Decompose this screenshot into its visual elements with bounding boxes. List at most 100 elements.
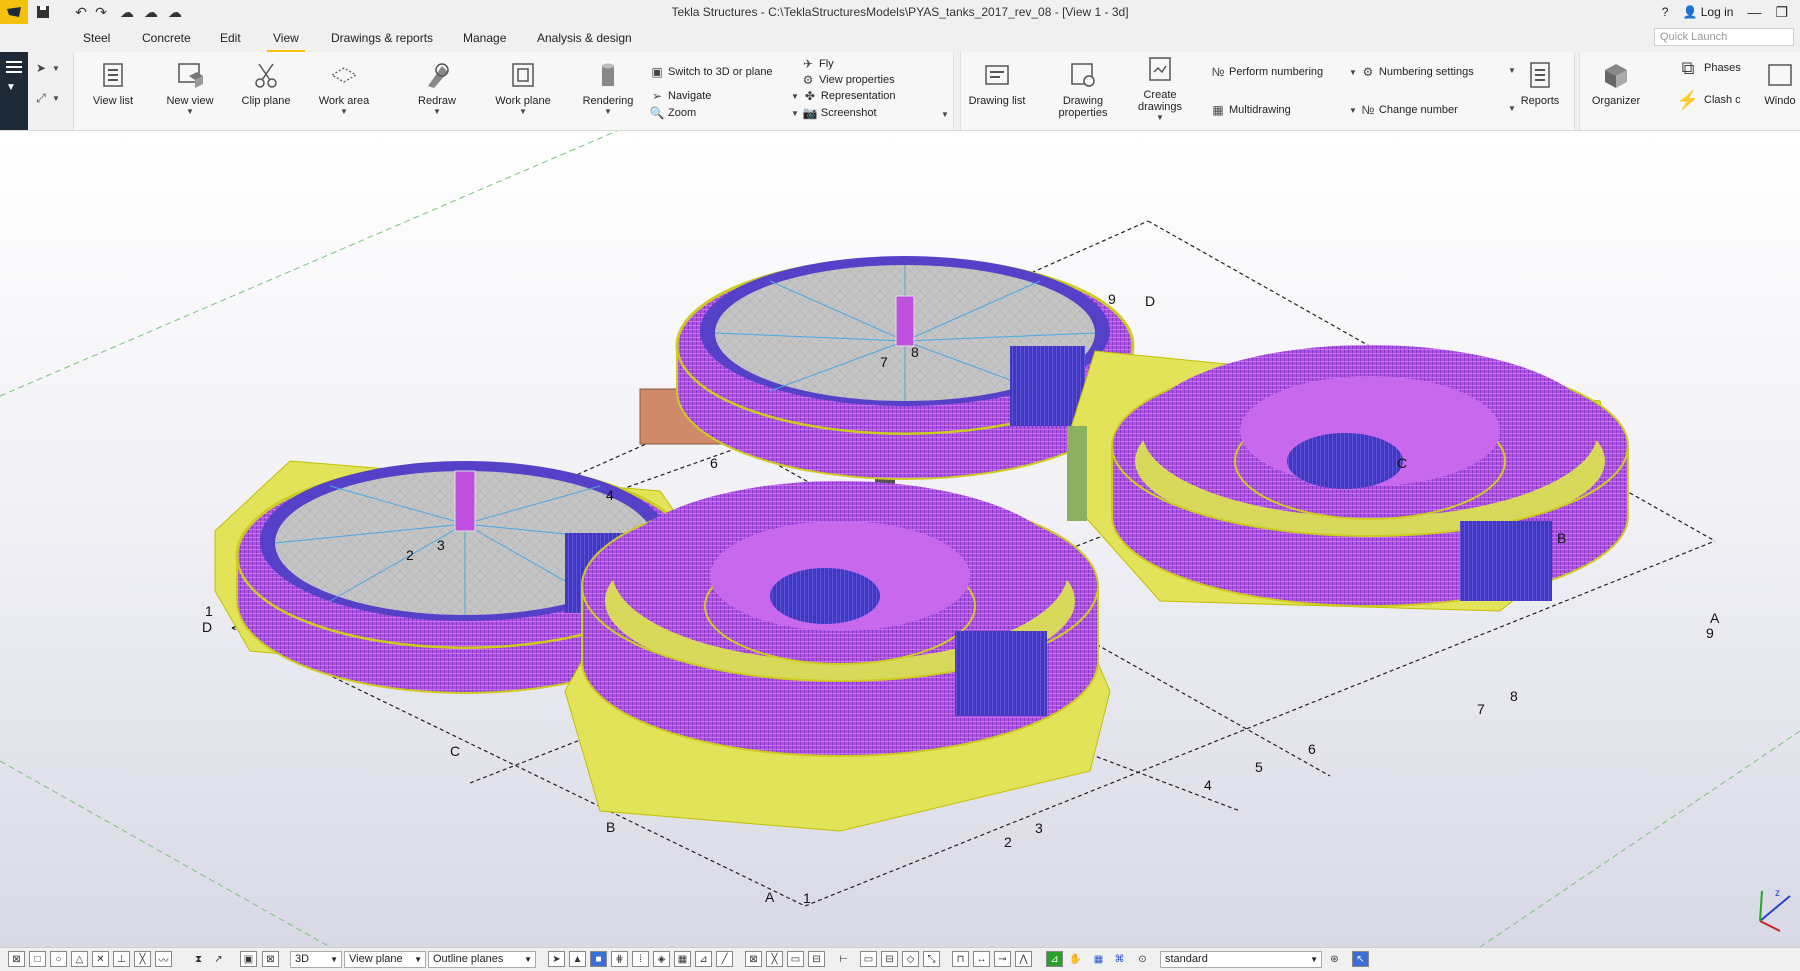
snap-reference-icon[interactable]: ▲ bbox=[569, 951, 586, 967]
tab-analysis-design[interactable]: Analysis & design bbox=[537, 31, 632, 45]
organizer-button[interactable]: Organizer bbox=[1580, 58, 1652, 128]
numbering-settings-button[interactable]: ▼ ⚙ Numbering settings bbox=[1349, 64, 1474, 80]
snap-perpendicular-icon[interactable]: ⊿ bbox=[695, 951, 712, 967]
perform-numbering-button[interactable]: № Perform numbering bbox=[1211, 64, 1324, 80]
snap-line-icon[interactable]: ╱ bbox=[716, 951, 733, 967]
snap-end-icon[interactable]: ⋕ bbox=[611, 951, 628, 967]
snap-geometry-icon[interactable]: ■ bbox=[590, 951, 607, 967]
create-drawings-button[interactable]: Create drawings ▼ bbox=[1124, 52, 1196, 122]
snap-center-icon[interactable]: ⁞ bbox=[632, 951, 649, 967]
redraw-button[interactable]: Redraw ▼ bbox=[401, 58, 473, 128]
clip-plane-button[interactable]: Clip plane bbox=[230, 58, 302, 128]
snap-3d-icon[interactable]: ⌘ bbox=[1111, 951, 1128, 967]
view-properties-button[interactable]: ⚙ View properties bbox=[801, 72, 895, 88]
snap-icon[interactable]: ↗ bbox=[210, 951, 227, 967]
plane-select[interactable]: View plane ▼ bbox=[344, 951, 426, 968]
select-assembly-icon[interactable]: ▣ bbox=[240, 951, 257, 967]
select-welds-icon[interactable]: ✕ bbox=[92, 951, 109, 967]
settings-gear-icon[interactable]: ⊛ bbox=[1326, 951, 1343, 967]
help-icon[interactable]: ? bbox=[1662, 5, 1669, 19]
plane-snap-icon[interactable]: ▭ bbox=[860, 951, 877, 967]
hamburger-menu-icon[interactable] bbox=[6, 60, 22, 74]
fly-button[interactable]: ✈ Fly bbox=[801, 56, 834, 72]
tab-view[interactable]: View bbox=[267, 31, 305, 53]
snap-dist-icon[interactable]: ↔ bbox=[973, 951, 990, 967]
change-number-button[interactable]: ▼ № Change number bbox=[1349, 102, 1458, 118]
snap-ortho-icon[interactable]: ⋀ bbox=[1015, 951, 1032, 967]
tank-4[interactable] bbox=[564, 481, 1111, 832]
drawing-list-button[interactable]: Drawing list bbox=[961, 58, 1033, 128]
tab-concrete[interactable]: Concrete bbox=[142, 31, 191, 45]
zoom-button[interactable]: 🔍 Zoom bbox=[650, 105, 697, 121]
login-link[interactable]: 👤 Log in bbox=[1682, 5, 1733, 19]
switch-3d-button[interactable]: ▣ Switch to 3D or plane bbox=[650, 64, 772, 80]
cloud-upload-icon[interactable]: ☁ bbox=[118, 4, 136, 20]
tab-drawings-reports[interactable]: Drawings & reports bbox=[331, 31, 433, 45]
model-scene[interactable]: D 9 6 1 D 4 2 3 7 8 C C B A 1 2 3 4 5 6 … bbox=[0, 131, 1800, 947]
view-list-button[interactable]: View list bbox=[77, 58, 149, 128]
select-lines-icon[interactable]: △ bbox=[71, 951, 88, 967]
snap-any-icon[interactable]: ▭ bbox=[787, 951, 804, 967]
pick-icon[interactable]: ↖ bbox=[1352, 951, 1369, 967]
select-points-icon[interactable]: ○ bbox=[50, 951, 67, 967]
grid-label: A bbox=[1710, 610, 1720, 626]
select-component-icon[interactable]: ⊠ bbox=[262, 951, 279, 967]
snap-grid-on-icon[interactable]: ▦ bbox=[1090, 951, 1107, 967]
snap-grid-icon[interactable]: ⊢ bbox=[835, 951, 852, 967]
save-icon[interactable] bbox=[34, 4, 52, 20]
representation-button[interactable]: ▼ ✤ Representation bbox=[791, 88, 896, 104]
snap-free-icon[interactable]: ⊟ bbox=[808, 951, 825, 967]
tab-steel[interactable]: Steel bbox=[83, 31, 110, 45]
redo-icon[interactable]: ↷ bbox=[92, 4, 110, 20]
layer-icon[interactable]: ◇ bbox=[902, 951, 919, 967]
tab-manage[interactable]: Manage bbox=[463, 31, 506, 45]
reports-button[interactable]: Reports bbox=[1504, 58, 1576, 128]
restore-button[interactable]: ❐ bbox=[1775, 4, 1788, 21]
undo-icon[interactable]: ↶ bbox=[72, 4, 90, 20]
depth-snap-icon[interactable]: ⊟ bbox=[881, 951, 898, 967]
windows-button[interactable]: Windo bbox=[1750, 58, 1800, 128]
tab-edit[interactable]: Edit bbox=[220, 31, 241, 45]
rendering-button[interactable]: Rendering ▼ bbox=[572, 58, 644, 128]
new-view-button[interactable]: New view ▼ bbox=[154, 58, 226, 128]
snap-nearest-icon[interactable]: ╳ bbox=[766, 951, 783, 967]
search-icon[interactable]: ⊙ bbox=[1134, 951, 1151, 967]
view-mode-select[interactable]: 3D ▼ bbox=[290, 951, 342, 968]
select-tool[interactable]: ➤ ▼ bbox=[34, 60, 60, 76]
snap-axis-icon[interactable]: ⊸ bbox=[994, 951, 1011, 967]
select-cuts-icon[interactable]: ⊥ bbox=[113, 951, 130, 967]
snap-midpoint-icon[interactable]: ◈ bbox=[653, 951, 670, 967]
app-logo[interactable] bbox=[0, 0, 28, 24]
quick-launch-input[interactable]: Quick Launch bbox=[1654, 28, 1794, 46]
work-plane-button[interactable]: Work plane ▼ bbox=[487, 58, 559, 128]
model-viewport-3d[interactable]: D 9 6 1 D 4 2 3 7 8 C C B A 1 2 3 4 5 6 … bbox=[0, 131, 1800, 947]
screenshot-button[interactable]: ▼ 📷 Screenshot bbox=[791, 105, 877, 121]
smart-select-icon[interactable]: ⊿ bbox=[1046, 951, 1063, 967]
filter-icon[interactable]: ⧗ bbox=[190, 951, 207, 967]
snap-override-icon[interactable]: ⤡ bbox=[923, 951, 940, 967]
settings-select[interactable]: standard ▼ bbox=[1160, 951, 1322, 968]
snap-extension-icon[interactable]: ⊠ bbox=[745, 951, 762, 967]
snap-tool[interactable]: ⤢ ▼ bbox=[34, 90, 60, 106]
cloud-download-icon[interactable]: ☁ bbox=[142, 4, 160, 20]
outline-planes-select[interactable]: Outline planes ▼ bbox=[428, 951, 536, 968]
group-expand-icon[interactable]: ▼ bbox=[941, 110, 949, 119]
select-all-icon[interactable]: ⊠ bbox=[8, 951, 25, 967]
select-bolts-icon[interactable]: ╳ bbox=[134, 951, 151, 967]
tank-3[interactable] bbox=[1067, 345, 1629, 612]
snap-pointer-icon[interactable]: ➤ bbox=[548, 951, 565, 967]
drag-icon[interactable]: ✋ bbox=[1067, 951, 1084, 967]
select-surfaces-icon[interactable]: 〰 bbox=[155, 951, 172, 967]
drawing-properties-button[interactable]: Drawing properties bbox=[1047, 58, 1119, 128]
ortho-icon[interactable]: ⊓ bbox=[952, 951, 969, 967]
select-parts-icon[interactable]: □ bbox=[29, 951, 46, 967]
navigate-button[interactable]: ➢ Navigate bbox=[650, 88, 711, 104]
collapse-icon[interactable]: ▼ bbox=[6, 82, 16, 93]
snap-intersection-icon[interactable]: ▦ bbox=[674, 951, 691, 967]
work-area-button[interactable]: Work area ▼ bbox=[308, 58, 380, 128]
multidrawing-button[interactable]: ▦ Multidrawing bbox=[1211, 102, 1290, 118]
phases-button[interactable]: ⧉ Phases bbox=[1676, 58, 1741, 78]
minimize-button[interactable]: — bbox=[1747, 4, 1761, 20]
cloud-sync-icon[interactable]: ☁ bbox=[166, 4, 184, 20]
clash-check-button[interactable]: ⚡ Clash c bbox=[1676, 90, 1741, 110]
